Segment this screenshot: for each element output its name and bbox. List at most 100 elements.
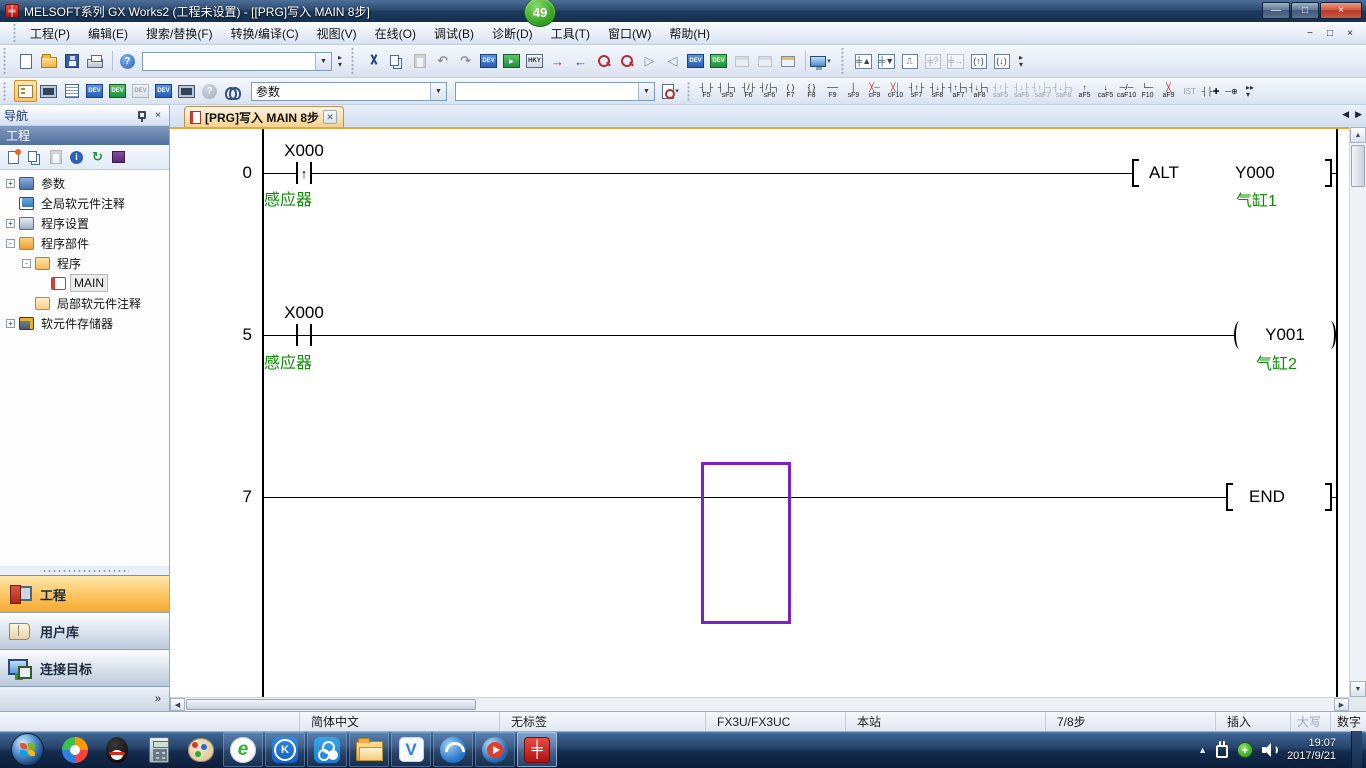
monitor-pulse-icon[interactable]: ⎍ — [898, 50, 921, 72]
device-batch-write-icon[interactable]: DEV — [477, 50, 500, 72]
jump-forward-icon[interactable]: → — [546, 50, 569, 72]
monitor-jump-icon[interactable]: ╪→ — [944, 50, 967, 72]
tree-expander-icon[interactable]: + — [6, 219, 15, 228]
tree-item[interactable]: 局部软元件注释 — [0, 293, 169, 313]
tab-next-icon[interactable]: ▶ — [1355, 109, 1362, 120]
print-icon[interactable] — [83, 50, 106, 72]
view-selector-button[interactable]: 连接目标 — [0, 649, 169, 686]
pulse-up-icon[interactable]: ↑ aF5 — [1074, 79, 1095, 103]
cross-reference-icon[interactable] — [221, 80, 244, 102]
pin-icon[interactable] — [137, 108, 151, 122]
window-arrange-icon[interactable] — [776, 50, 799, 72]
taskbar-browser360-icon[interactable]: e — [223, 732, 263, 767]
device-comment-icon[interactable]: DEV — [83, 80, 106, 102]
taskbar-explorer-icon[interactable] — [349, 732, 389, 767]
navigation-toggle-icon[interactable] — [14, 80, 37, 102]
instruction-cell-alt[interactable]: ALT Y000 — [1132, 158, 1332, 188]
close-button[interactable]: × — [1320, 2, 1362, 19]
tree-item[interactable]: - 程序 — [0, 253, 169, 273]
device-batch-monitor-icon[interactable]: ▶ — [500, 50, 523, 72]
scroll-down-icon[interactable]: ▼ — [1350, 681, 1366, 697]
jump-backward-icon[interactable]: ← — [569, 50, 592, 72]
menu-item[interactable]: 视图(V) — [308, 22, 366, 45]
new-project-icon[interactable] — [14, 50, 37, 72]
instruction-cell-end[interactable]: END — [1226, 482, 1332, 512]
cut-icon[interactable] — [362, 50, 385, 72]
open-contact-icon[interactable]: ┤ ├ F5 — [696, 79, 717, 103]
scroll-right-icon[interactable]: ▶ — [1334, 698, 1349, 711]
tree-item[interactable]: + 软元件存储器 — [0, 313, 169, 333]
scrollbar-thumb[interactable] — [186, 699, 476, 710]
undo-icon[interactable]: ↶ — [431, 50, 454, 72]
scrollbar-thumb[interactable] — [1351, 145, 1365, 187]
tree-expander-icon[interactable]: - — [6, 239, 15, 248]
tree-item[interactable]: + 程序设置 — [0, 213, 169, 233]
combo-dropdown-icon[interactable]: ▼ — [430, 83, 446, 100]
falling-pulse-not-icon[interactable]: ┤↓├ saF6 — [1011, 79, 1032, 103]
mdi-close-button[interactable]: × — [1340, 25, 1360, 41]
open-branch-icon[interactable]: ┤ ├┐ sF5 — [717, 79, 738, 103]
taskbar-sogou-icon[interactable] — [55, 732, 95, 767]
taskbar-browser-icon[interactable] — [433, 732, 473, 767]
device-combo[interactable]: 参数 ▼ — [251, 82, 447, 101]
tab-main-program[interactable]: [PRG]写入 MAIN 8步 ✕ — [184, 106, 344, 127]
combo-dropdown-icon[interactable]: ▼ — [315, 53, 331, 70]
volume-icon[interactable] — [1262, 743, 1278, 757]
tree-item[interactable]: MAIN — [0, 273, 169, 293]
monitor-find-icon[interactable]: ╪? — [921, 50, 944, 72]
tree-item[interactable]: 全局软元件注释 — [0, 193, 169, 213]
device-batch-test-icon[interactable]: HKY — [523, 50, 546, 72]
device-display2-icon[interactable]: DEV — [707, 50, 730, 72]
outline-list-icon[interactable] — [60, 80, 83, 102]
inline-st-icon[interactable]: ┤├✚ — [1200, 79, 1221, 103]
menu-item[interactable]: 工程(P) — [21, 22, 79, 45]
start-button[interactable] — [11, 733, 44, 766]
minimize-button[interactable]: — — [1262, 2, 1290, 19]
value-combo[interactable]: ▼ — [455, 82, 655, 101]
falling-pulse-not-branch-icon[interactable]: ┤↓├┐ saF8 — [1053, 79, 1074, 103]
menu-item[interactable]: 工具(T) — [542, 22, 599, 45]
device-search-icon[interactable] — [175, 80, 198, 102]
show-desktop-button[interactable] — [1351, 731, 1362, 768]
monitor-coil2-icon[interactable]: (↓) — [990, 50, 1013, 72]
mdi-minimize-button[interactable]: − — [1300, 25, 1320, 41]
help-circle-icon[interactable]: ? — [198, 80, 221, 102]
rising-pulse-not-branch-icon[interactable]: ┤↑├┐ saF7 — [1032, 79, 1053, 103]
device-replace-icon[interactable] — [615, 50, 638, 72]
function-block-icon[interactable] — [37, 80, 60, 102]
coil-cell[interactable]: Y001 — [1234, 320, 1336, 350]
scroll-left-icon[interactable]: ◀ — [170, 698, 185, 711]
application-instruction-icon[interactable]: { } F8 — [801, 79, 822, 103]
menu-item[interactable]: 调试(B) — [425, 22, 483, 45]
device-note-icon[interactable]: DEV — [129, 80, 152, 102]
menu-item[interactable]: 在线(O) — [366, 22, 425, 45]
pc-monitor-icon[interactable]: ▾ — [809, 50, 832, 72]
horizontal-line-icon[interactable]: ── F9 — [822, 79, 843, 103]
rising-pulse-icon[interactable]: ┤↑├ sF7 — [906, 79, 927, 103]
redo-icon[interactable]: ↷ — [454, 50, 477, 72]
vertical-line-icon[interactable]: │ sF9 — [843, 79, 864, 103]
tab-close-icon[interactable]: ✕ — [323, 110, 337, 124]
menu-item[interactable]: 帮助(H) — [660, 22, 719, 45]
device-find-icon[interactable] — [592, 50, 615, 72]
edit-ladder-icon[interactable]: ─⊕ — [1221, 79, 1242, 103]
paste-icon[interactable] — [408, 50, 431, 72]
menu-item[interactable]: 编辑(E) — [79, 22, 137, 45]
menu-item[interactable]: 转换/编译(C) — [222, 22, 308, 45]
device-display-icon[interactable]: DEV — [684, 50, 707, 72]
scroll-up-icon[interactable]: ▲ — [1350, 127, 1366, 143]
delete-horizontal-line-icon[interactable]: ╳─ cF9 — [864, 79, 885, 103]
taskbar-gxworks-icon[interactable]: ╪ — [517, 732, 557, 767]
falling-pulse-icon[interactable]: ┤↓├ sF8 — [927, 79, 948, 103]
copy-icon[interactable] — [385, 50, 408, 72]
paste-data-icon[interactable] — [45, 147, 66, 167]
tab-prev-icon[interactable]: ◀ — [1342, 109, 1349, 120]
tree-expander-icon[interactable]: + — [6, 179, 15, 188]
find-in-document-icon[interactable]: ▾ — [659, 80, 682, 102]
trace-forward-icon[interactable]: ▷ — [638, 50, 661, 72]
taskbar-xunlei-icon[interactable]: V — [391, 732, 431, 767]
device-statement-icon[interactable]: DEV — [106, 80, 129, 102]
tree-expander-icon[interactable]: + — [6, 319, 15, 328]
tree-item[interactable]: + 参数 — [0, 173, 169, 193]
taskbar-clock[interactable]: 19:07 2017/9/21 — [1287, 737, 1342, 763]
